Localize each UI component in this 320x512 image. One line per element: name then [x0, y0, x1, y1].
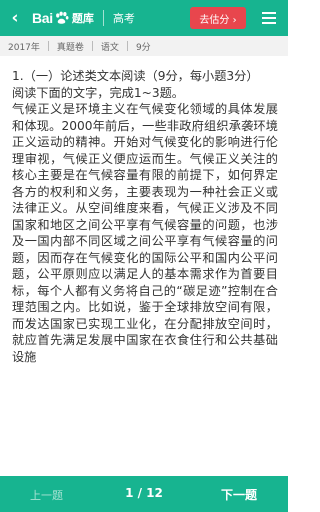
bottom-nav: 上一题 1 / 12 下一题: [0, 476, 288, 512]
meta-score: 9分: [135, 42, 151, 53]
baidu-paw-icon: [55, 11, 69, 24]
top-bar: ‹ Bai 题库 高考 去估分 ›: [0, 0, 288, 36]
meta-subject: 语文: [100, 42, 119, 53]
passage-paragraph: 气候正义是环境主义在气候变化领域的具体发展和体现。2000年前后，一些非政府组织…: [12, 102, 278, 364]
logo-brand-text: Bai: [32, 10, 53, 26]
next-question-button[interactable]: 下一题: [221, 486, 257, 503]
logo-sub-text: 题库: [71, 12, 94, 25]
chevron-left-icon: ‹: [11, 8, 19, 28]
header-divider: [102, 10, 104, 26]
question-meta-bar: 2017年 真题卷 语文 9分: [0, 36, 288, 56]
hamburger-menu-icon[interactable]: [262, 12, 276, 24]
back-button[interactable]: ‹: [4, 0, 26, 36]
baidu-tiku-logo[interactable]: Bai 题库: [32, 10, 94, 26]
question-content: 1.（一）论述类文本阅读（9分，每小题3分） 阅读下面的文字，完成1~3题。 气…: [12, 68, 278, 474]
question-instruction: 阅读下面的文字，完成1~3题。: [12, 85, 184, 100]
meta-year: 2017年: [8, 42, 40, 53]
meta-type: 真题卷: [56, 42, 84, 53]
page-title: 高考: [112, 12, 135, 25]
estimate-score-button[interactable]: 去估分 ›: [190, 7, 246, 29]
question-title: 1.（一）论述类文本阅读（9分，每小题3分）: [12, 69, 259, 83]
